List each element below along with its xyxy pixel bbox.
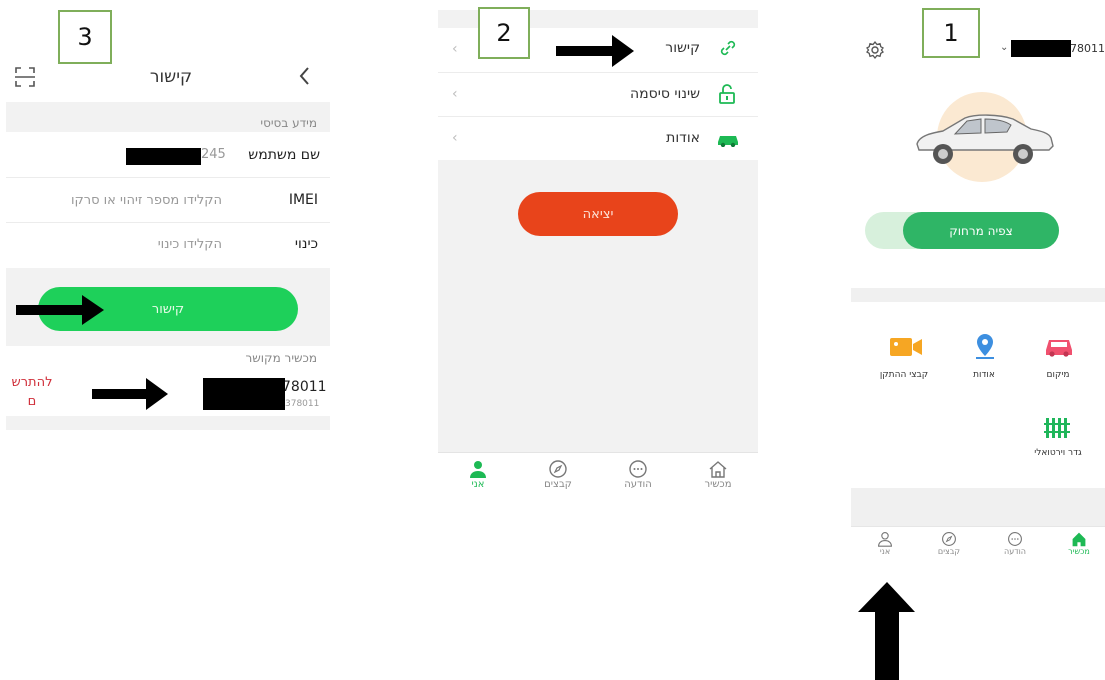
redacted-device-selector xyxy=(1011,40,1071,57)
link-button-label: קישור xyxy=(151,301,185,317)
home-icon xyxy=(709,461,727,478)
tile-device-files-label: קבצי ההתקן xyxy=(879,370,929,380)
device-selector-chevron-icon[interactable]: ⌄ xyxy=(1000,42,1008,53)
chevron-left-icon: ‹ xyxy=(452,86,458,102)
person-icon xyxy=(878,532,892,547)
step-3-marker: 3 xyxy=(58,10,112,64)
link-icon xyxy=(718,38,738,58)
scan-icon[interactable] xyxy=(14,66,36,88)
person-icon xyxy=(470,461,486,478)
redacted-username xyxy=(126,148,201,165)
redacted-device xyxy=(203,378,285,410)
settings-gear-icon[interactable] xyxy=(865,40,885,60)
tile-virtual-fence[interactable] xyxy=(1029,416,1089,450)
bottom-nav: מכשיר הודעה קבצים אני xyxy=(438,452,758,499)
nav-device[interactable]: מכשיר xyxy=(694,459,742,490)
arrow-pointing-linked-device xyxy=(92,378,170,410)
fence-icon xyxy=(1044,418,1070,438)
logout-button[interactable]: יציאה xyxy=(518,192,678,236)
bottom-nav: מכשיר הודעה קבצים אני xyxy=(851,526,1105,569)
arrow-pointing-link-menu xyxy=(556,35,636,67)
nav-messages[interactable]: הודעה xyxy=(614,459,662,490)
linked-device-subid: 378011 xyxy=(285,399,320,409)
car-icon xyxy=(1046,340,1072,357)
logout-label: יציאה xyxy=(582,206,614,222)
tile-location-label: מיקום xyxy=(1046,370,1070,380)
nickname-label: כינוי xyxy=(294,236,318,252)
username-value: 245 xyxy=(201,147,226,162)
imei-label: IMEI xyxy=(288,192,318,208)
car-icon xyxy=(716,131,740,147)
screen-profile-menu: ‹ קישור ‹ שינוי סיסמה ‹ אודות יציאה מכשי… xyxy=(438,10,758,499)
home-icon xyxy=(1072,532,1086,547)
chevron-left-icon: ‹ xyxy=(452,130,458,146)
unlock-icon xyxy=(718,84,736,104)
nav-messages[interactable]: הודעה xyxy=(991,531,1039,556)
step-2-marker: 2 xyxy=(478,7,530,59)
nav-files[interactable]: קבצים xyxy=(925,531,973,556)
remote-view-label: צפיה מרחוק xyxy=(949,223,1013,238)
arrow-pointing-me-tab xyxy=(858,582,916,680)
screen-link-device: קישור מידע בסיסי שם משתמש 245 IMEI הקליד… xyxy=(6,50,330,430)
location-pin-icon xyxy=(976,334,994,359)
arrow-pointing-link-button xyxy=(16,295,106,325)
linked-device-header: מכשיר מקושר xyxy=(245,351,317,365)
linked-device-id: 78011 xyxy=(282,379,327,395)
nav-me[interactable]: אני xyxy=(454,459,502,490)
compass-icon xyxy=(942,532,956,546)
remote-view-button[interactable]: צפיה מרחוק xyxy=(903,212,1059,249)
step-1-marker: 1 xyxy=(922,8,980,58)
nickname-input[interactable]: הקלידו כינוי xyxy=(158,237,222,252)
back-chevron-icon[interactable] xyxy=(298,66,312,86)
screen-device-home: ⌄ 78011 צפיה מרחוק מיקום אודות קבצי ההתק… xyxy=(851,30,1105,569)
username-label: שם משתמש xyxy=(248,147,320,163)
menu-item-link[interactable]: קישור xyxy=(665,40,700,56)
message-icon xyxy=(629,460,647,478)
tile-about-label: אודות xyxy=(973,370,995,380)
unregister-button[interactable]: להתרש ם xyxy=(8,373,56,411)
nav-me[interactable]: אני xyxy=(861,531,909,556)
message-icon xyxy=(1008,532,1022,546)
page-title: קישור xyxy=(149,67,193,87)
imei-input[interactable]: הקלידו מספר זיהוי או סרקו xyxy=(71,193,222,208)
nav-device[interactable]: מכשיר xyxy=(1055,531,1103,556)
compass-icon xyxy=(549,460,567,478)
basic-info-header: מידע בסיסי xyxy=(260,116,317,130)
nav-files[interactable]: קבצים xyxy=(534,459,582,490)
chevron-left-icon: ‹ xyxy=(452,41,458,57)
menu-item-change-password[interactable]: שינוי סיסמה xyxy=(630,86,700,102)
video-camera-icon xyxy=(890,338,922,356)
tile-virtual-fence-label: גדר וירטואלי xyxy=(1034,448,1082,458)
car-image xyxy=(911,110,1055,166)
device-selector[interactable]: 78011 xyxy=(1070,42,1105,55)
menu-item-about[interactable]: אודות xyxy=(666,130,700,146)
